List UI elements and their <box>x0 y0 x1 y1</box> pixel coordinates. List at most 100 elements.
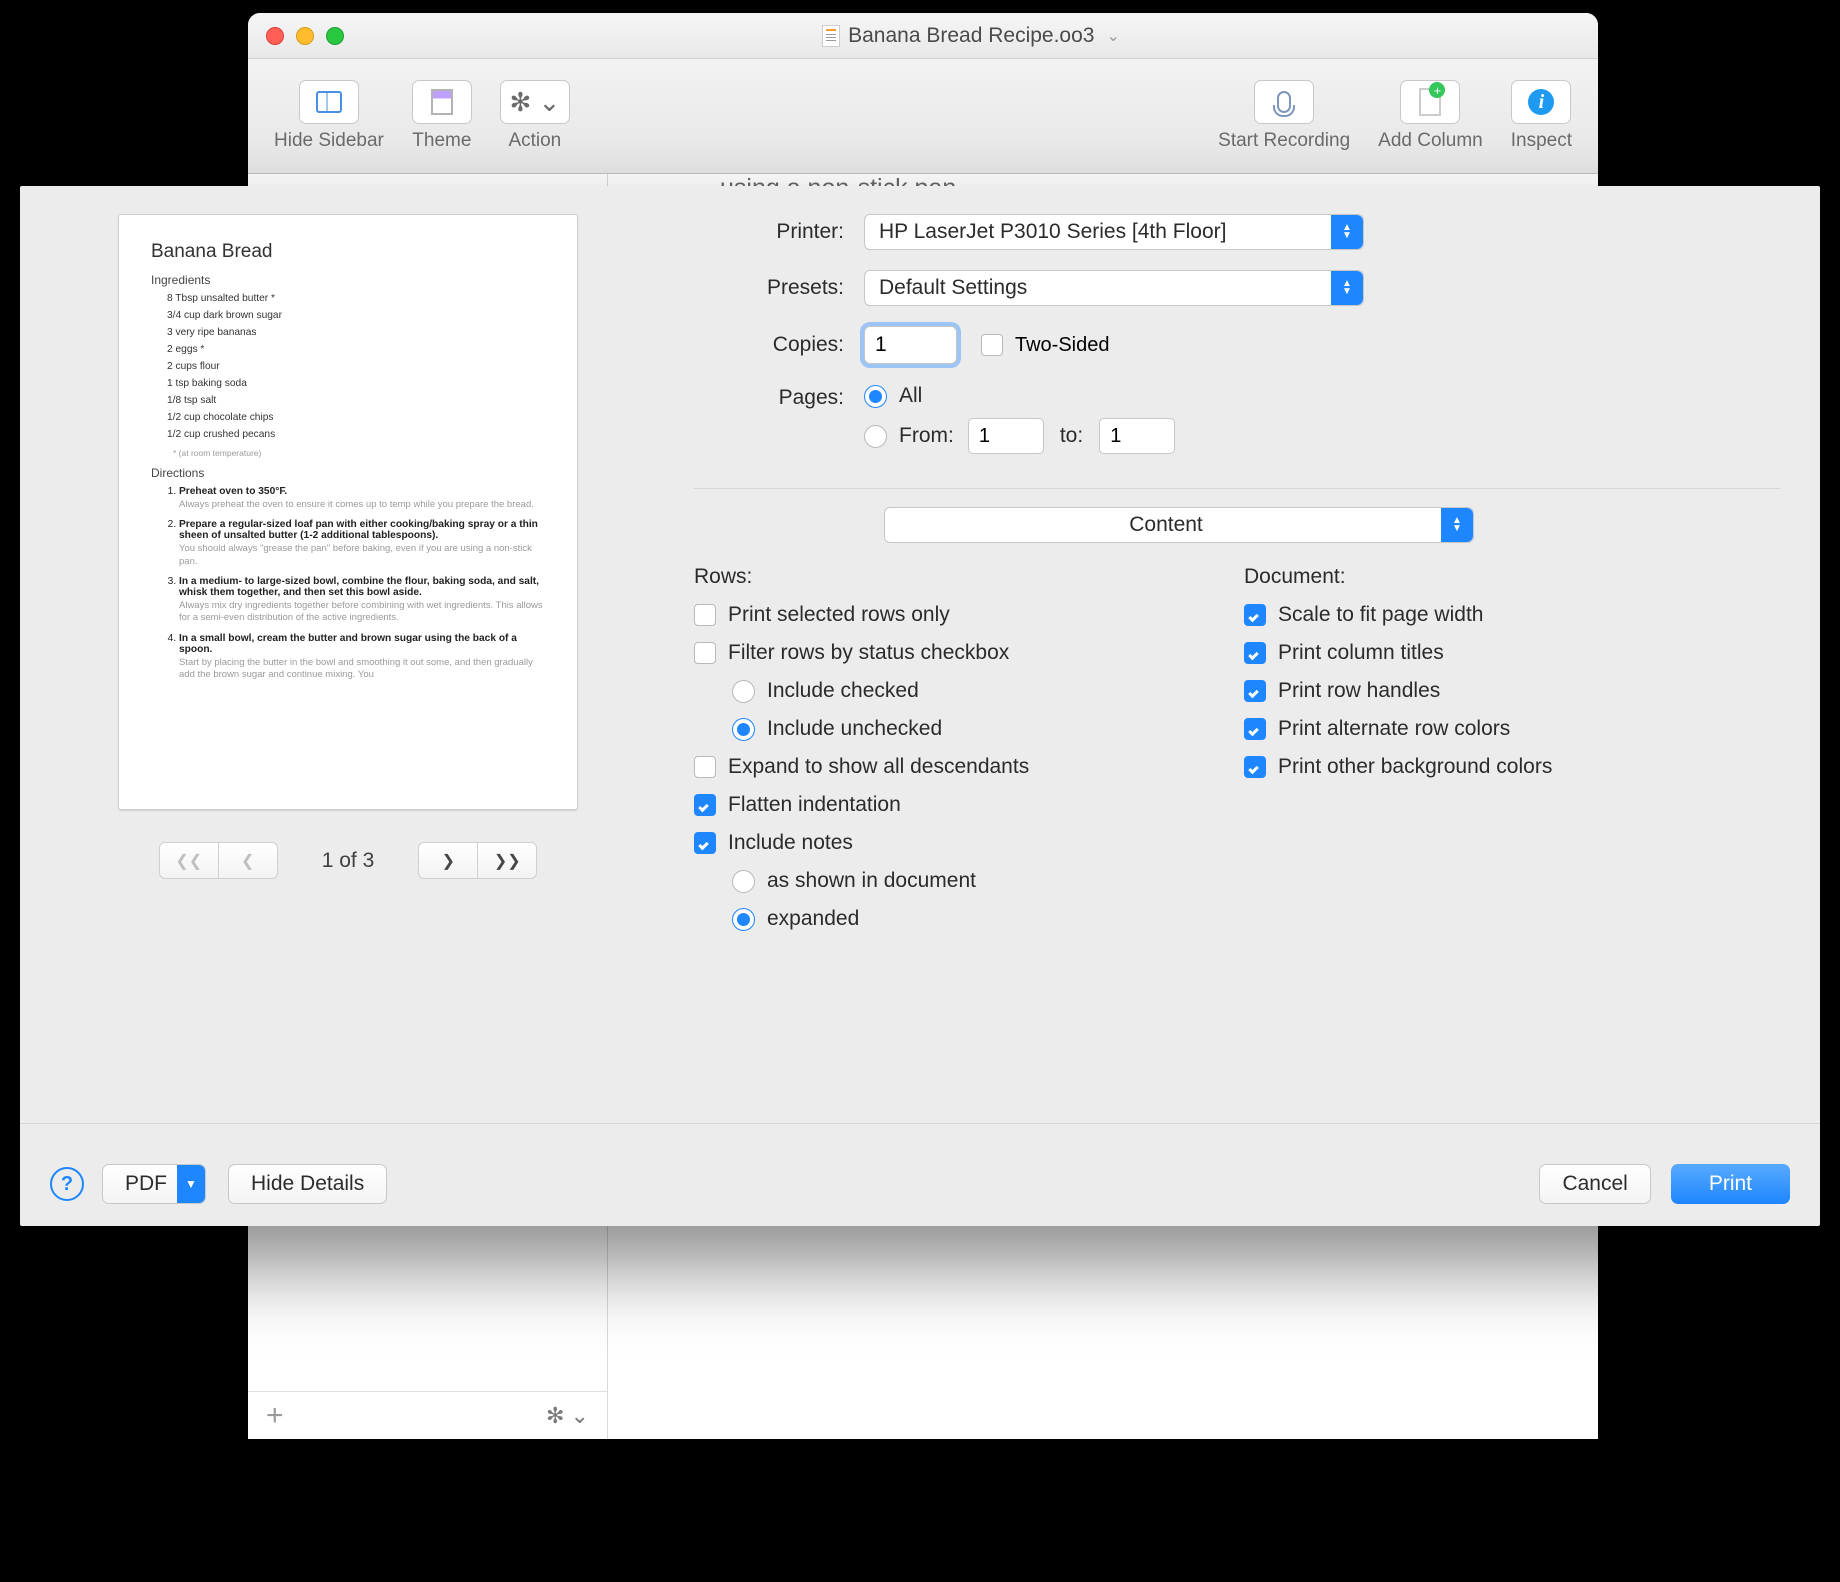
sidebar-settings-button[interactable]: ✻ ⌄ <box>546 1403 589 1429</box>
preview-directions-heading: Directions <box>151 466 545 480</box>
minimize-icon[interactable] <box>296 27 314 45</box>
chevron-down-icon[interactable]: ⌄ <box>1106 26 1119 46</box>
content-section-dropdown[interactable]: Content ▲▼ <box>884 507 1474 543</box>
zoom-icon[interactable] <box>326 27 344 45</box>
alt-colors-checkbox[interactable] <box>1244 718 1266 740</box>
preview-column: Banana Bread Ingredients 8 Tbsp unsalted… <box>54 214 642 1123</box>
action-button[interactable]: ✻ ⌄ Action <box>486 80 584 152</box>
presets-value: Default Settings <box>879 276 1027 300</box>
print-dialog: Banana Bread Ingredients 8 Tbsp unsalted… <box>20 186 1820 1226</box>
expand-descendants-checkbox[interactable] <box>694 756 716 778</box>
pager-label: 1 of 3 <box>322 849 375 873</box>
printer-dropdown[interactable]: HP LaserJet P3010 Series [4th Floor] ▲▼ <box>864 214 1364 250</box>
flatten-indentation-label: Flatten indentation <box>728 793 901 817</box>
first-page-button[interactable]: ❮❮ <box>159 842 219 879</box>
preview-ingredient: 1/2 cup chocolate chips <box>167 412 545 423</box>
include-unchecked-radio[interactable] <box>732 718 755 741</box>
dropdown-arrows-icon: ▲▼ <box>1331 271 1363 305</box>
filter-rows-checkbox[interactable] <box>694 642 716 664</box>
as-shown-label: as shown in document <box>767 869 976 893</box>
preview-title: Banana Bread <box>151 241 545 263</box>
start-recording-label: Start Recording <box>1218 130 1350 152</box>
preview-direction: Prepare a regular-sized loaf pan with ei… <box>179 519 545 568</box>
include-checked-radio[interactable] <box>732 680 755 703</box>
bg-colors-checkbox[interactable] <box>1244 756 1266 778</box>
pages-all-radio[interactable] <box>864 385 887 408</box>
preview-ingredient: 3 very ripe bananas <box>167 327 545 338</box>
pages-to-input[interactable] <box>1099 418 1175 454</box>
theme-label: Theme <box>412 130 471 152</box>
presets-label: Presets: <box>694 276 864 300</box>
dialog-footer: ? PDF ▼ Hide Details Cancel Print <box>20 1142 1820 1226</box>
copies-label: Copies: <box>694 333 864 357</box>
cancel-button[interactable]: Cancel <box>1539 1164 1650 1204</box>
print-selected-rows-checkbox[interactable] <box>694 604 716 626</box>
pages-label: Pages: <box>694 384 864 410</box>
content-section-value: Content <box>1129 513 1203 537</box>
help-button[interactable]: ? <box>50 1167 84 1201</box>
print-button[interactable]: Print <box>1671 1164 1790 1204</box>
pages-from-input[interactable] <box>968 418 1044 454</box>
preview-ingredient: 8 Tbsp unsalted butter * <box>167 293 545 304</box>
next-page-button[interactable]: ❯ <box>418 842 478 879</box>
titlebar: Banana Bread Recipe.oo3 ⌄ <box>248 13 1598 59</box>
pages-from-label: From: <box>899 424 954 448</box>
window-title: Banana Bread Recipe.oo3 <box>848 24 1094 48</box>
scale-fit-label: Scale to fit page width <box>1278 603 1483 627</box>
prev-page-button[interactable]: ❮ <box>218 842 278 879</box>
inspect-button[interactable]: i Inspect <box>1497 80 1586 152</box>
theme-button[interactable]: Theme <box>398 80 486 152</box>
info-icon: i <box>1528 89 1554 115</box>
preview-ingredient: 1/2 cup crushed pecans <box>167 429 545 440</box>
add-item-button[interactable]: + <box>266 1401 284 1431</box>
pages-to-label: to: <box>1060 424 1083 448</box>
two-sided-checkbox[interactable] <box>981 334 1003 356</box>
gear-icon: ✻ ⌄ <box>509 89 560 115</box>
pages-from-radio[interactable] <box>864 425 887 448</box>
hide-sidebar-label: Hide Sidebar <box>274 130 384 152</box>
pager: ❮❮ ❮ 1 of 3 ❯ ❯❯ <box>159 842 538 879</box>
bg-colors-label: Print other background colors <box>1278 755 1552 779</box>
preview-ingredient: 2 cups flour <box>167 361 545 372</box>
microphone-icon <box>1277 91 1291 113</box>
action-label: Action <box>508 130 561 152</box>
presets-dropdown[interactable]: Default Settings ▲▼ <box>864 270 1364 306</box>
two-sided-label: Two-Sided <box>1015 334 1110 357</box>
preview-ingredient: 2 eggs * <box>167 344 545 355</box>
last-page-button[interactable]: ❯❯ <box>477 842 537 879</box>
hide-sidebar-button[interactable]: Hide Sidebar <box>260 80 398 152</box>
filter-rows-label: Filter rows by status checkbox <box>728 641 1009 665</box>
copies-input[interactable] <box>864 326 957 364</box>
page-preview: Banana Bread Ingredients 8 Tbsp unsalted… <box>118 214 578 810</box>
include-notes-checkbox[interactable] <box>694 832 716 854</box>
preview-ingredient: 1/8 tsp salt <box>167 395 545 406</box>
inspect-label: Inspect <box>1511 130 1572 152</box>
hide-details-button[interactable]: Hide Details <box>228 1164 387 1204</box>
flatten-indentation-checkbox[interactable] <box>694 794 716 816</box>
start-recording-button[interactable]: Start Recording <box>1204 80 1364 152</box>
add-column-icon <box>1419 88 1441 116</box>
pages-all-label: All <box>899 384 922 408</box>
include-notes-label: Include notes <box>728 831 853 855</box>
expanded-label: expanded <box>767 907 859 931</box>
column-titles-checkbox[interactable] <box>1244 642 1266 664</box>
preview-ingredients-heading: Ingredients <box>151 273 545 287</box>
print-settings: Printer: HP LaserJet P3010 Series [4th F… <box>652 214 1786 1123</box>
preview-direction: Preheat oven to 350°F.Always preheat the… <box>179 486 545 511</box>
toolbar: Hide Sidebar Theme ✻ ⌄ Action Start Recor… <box>248 59 1598 174</box>
add-column-button[interactable]: Add Column <box>1364 80 1497 152</box>
printer-label: Printer: <box>694 220 864 244</box>
preview-direction: In a small bowl, cream the butter and br… <box>179 633 545 682</box>
scale-fit-checkbox[interactable] <box>1244 604 1266 626</box>
as-shown-radio[interactable] <box>732 870 755 893</box>
printer-value: HP LaserJet P3010 Series [4th Floor] <box>879 220 1226 244</box>
theme-icon <box>431 89 453 115</box>
expand-descendants-label: Expand to show all descendants <box>728 755 1029 779</box>
preview-ingredient: 3/4 cup dark brown sugar <box>167 310 545 321</box>
row-handles-checkbox[interactable] <box>1244 680 1266 702</box>
preview-ingredient-note: * (at room temperature) <box>173 448 545 458</box>
close-icon[interactable] <box>266 27 284 45</box>
dropdown-arrows-icon: ▲▼ <box>1331 215 1363 249</box>
expanded-radio[interactable] <box>732 908 755 931</box>
pdf-menu-button[interactable]: PDF ▼ <box>102 1164 206 1204</box>
